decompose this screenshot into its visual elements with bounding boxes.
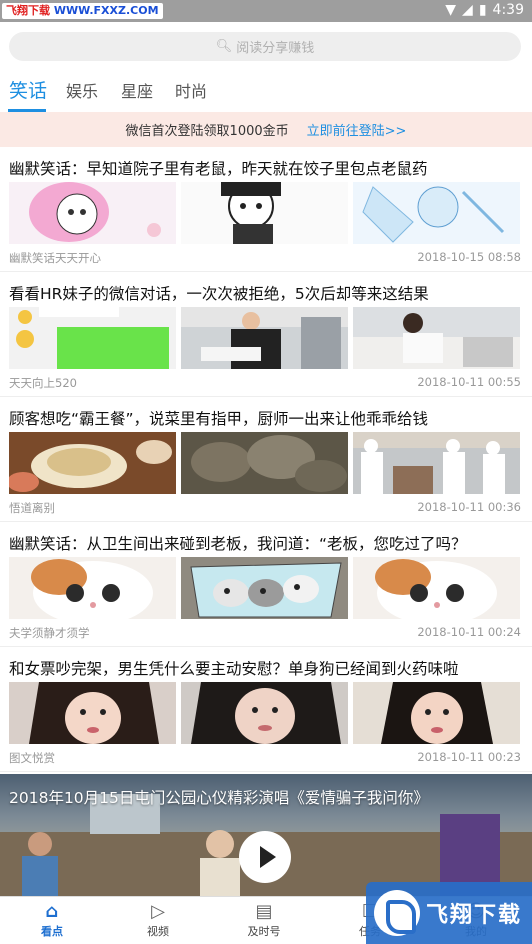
article-source: 悟道离别	[9, 501, 55, 515]
site-watermark: 飞翔下载 WWW.FXXZ.COM	[2, 3, 163, 19]
tab-jokes[interactable]: 笑话	[9, 76, 47, 103]
article-thumbnail	[9, 682, 176, 744]
search-placeholder: 阅读分享赚钱	[236, 41, 315, 56]
article-thumbnail	[9, 557, 176, 619]
banner-text: 微信首次登陆领取1000金币	[125, 124, 289, 139]
article-thumbnail	[9, 182, 176, 244]
article-thumbnail	[181, 432, 348, 494]
article-thumbnail	[9, 307, 176, 369]
search-icon: 🔍︎	[215, 39, 233, 54]
nav-contacts[interactable]: ▤ 及时号	[234, 901, 294, 939]
article-source: 天天向上520	[9, 376, 77, 390]
article-title: 幽默笑话：早知道院子里有老鼠，昨天就在饺子里包点老鼠药	[9, 160, 428, 178]
article-title: 和女票吵完架，男生凭什么要主动安慰？单身狗已经闻到火药味啦	[9, 660, 459, 678]
video-icon: ▷	[151, 901, 165, 922]
home-icon: ⌂	[45, 901, 59, 922]
tab-entertainment[interactable]: 娱乐	[66, 78, 98, 102]
tab-horoscope[interactable]: 星座	[121, 78, 153, 102]
search-input[interactable]: 🔍︎ 阅读分享赚钱	[9, 32, 521, 61]
article-thumbnail	[353, 557, 520, 619]
wifi-icon: ▼	[445, 2, 457, 18]
news-feed: 幽默笑话：早知道院子里有老鼠，昨天就在饺子里包点老鼠药 幽默笑话天天开心 201…	[0, 147, 532, 772]
play-button[interactable]	[239, 831, 291, 883]
nav-label: 视频	[147, 925, 169, 938]
signal-icon: ◢	[462, 2, 473, 18]
article-time: 2018-10-11 00:36	[417, 500, 521, 514]
battery-icon: ▮	[478, 2, 487, 18]
article-thumbnail	[181, 182, 348, 244]
login-banner: 微信首次登陆领取1000金币 立即前往登陆>>	[0, 112, 532, 147]
video-title: 2018年10月15日屯门公园心仪精彩演唱《爱情骗子我问你》	[9, 789, 429, 807]
list-item[interactable]: 看看HR妹子的微信对话，一次次被拒绝，5次后却等来这结果 天天向上520 201…	[0, 272, 532, 397]
article-thumbnail	[353, 432, 520, 494]
logo-text: 飞翔下载	[426, 903, 523, 928]
nav-label: 看点	[41, 925, 63, 938]
banner-login-link[interactable]: 立即前往登陆>>	[307, 120, 407, 139]
watermark-text-b: WWW.FXXZ.COM	[53, 4, 159, 17]
article-time: 2018-10-11 00:55	[417, 375, 521, 389]
article-thumbnail	[181, 682, 348, 744]
list-item[interactable]: 幽默笑话：从卫生间出来碰到老板，我问道：“老板，您吃过了吗？ 夫学须静才须学 2…	[0, 522, 532, 647]
status-bar: 飞翔下载 WWW.FXXZ.COM ▼ ◢ ▮ 4:39	[0, 0, 532, 22]
article-source: 夫学须静才须学	[9, 626, 90, 640]
category-tabs: 笑话 娱乐 星座 时尚	[0, 72, 532, 112]
contacts-icon: ▤	[255, 901, 273, 922]
tab-fashion[interactable]: 时尚	[175, 78, 207, 102]
article-title: 幽默笑话：从卫生间出来碰到老板，我问道：“老板，您吃过了吗？	[9, 535, 467, 553]
article-title: 顾客想吃“霸王餐”，说菜里有指甲，厨师一出来让他乖乖给钱	[9, 410, 429, 428]
article-thumbnail	[181, 557, 348, 619]
watermark-text-a: 飞翔下载	[6, 4, 50, 17]
nav-label: 及时号	[247, 925, 281, 938]
nav-video[interactable]: ▷ 视频	[128, 901, 188, 939]
list-item[interactable]: 顾客想吃“霸王餐”，说菜里有指甲，厨师一出来让他乖乖给钱 悟道离别 2018-1…	[0, 397, 532, 522]
article-thumbnail	[9, 432, 176, 494]
video-card[interactable]: 2018年10月15日屯门公园心仪精彩演唱《爱情骗子我问你》	[0, 774, 532, 896]
article-time: 2018-10-11 00:23	[417, 750, 521, 764]
article-thumbnail	[353, 182, 520, 244]
article-source: 幽默笑话天天开心	[9, 251, 101, 265]
article-time: 2018-10-11 00:24	[417, 625, 521, 639]
list-item[interactable]: 幽默笑话：早知道院子里有老鼠，昨天就在饺子里包点老鼠药 幽默笑话天天开心 201…	[0, 147, 532, 272]
list-item[interactable]: 和女票吵完架，男生凭什么要主动安慰？单身狗已经闻到火药味啦 图文悦赏 2018-…	[0, 647, 532, 772]
article-thumbnail	[181, 307, 348, 369]
logo-icon	[374, 890, 420, 936]
article-thumbnail	[353, 682, 520, 744]
article-thumbnail	[353, 307, 520, 369]
site-logo-watermark: 飞翔下载	[366, 882, 532, 944]
article-time: 2018-10-15 08:58	[417, 250, 521, 264]
clock: 4:39	[492, 2, 524, 18]
nav-home[interactable]: ⌂ 看点	[22, 901, 82, 939]
article-source: 图文悦赏	[9, 751, 55, 765]
article-title: 看看HR妹子的微信对话，一次次被拒绝，5次后却等来这结果	[9, 285, 429, 303]
